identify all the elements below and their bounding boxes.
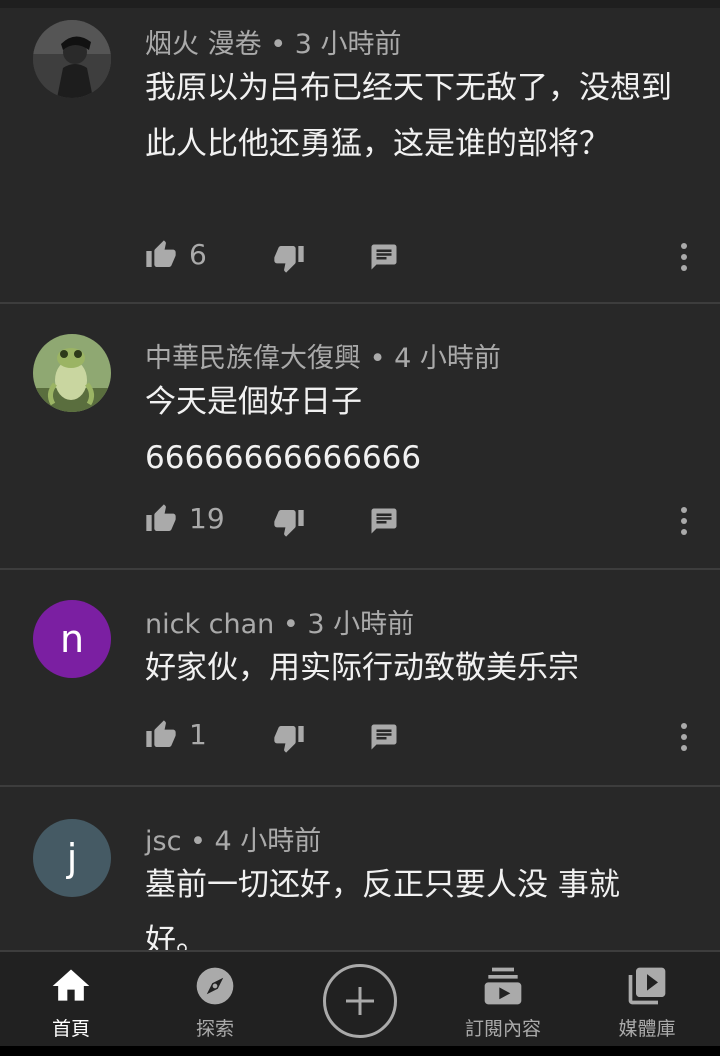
- comment-meta: nick chan • 3 小時前: [145, 602, 414, 641]
- comment-author[interactable]: jsc: [145, 826, 181, 857]
- comment-actions: 19: [145, 502, 705, 542]
- like-count: 6: [189, 238, 207, 271]
- thumb-up-icon: [146, 503, 176, 531]
- nav-explore[interactable]: 探索: [160, 964, 270, 1041]
- more-options-button[interactable]: [680, 722, 688, 752]
- nav-library-label: 媒體庫: [618, 1018, 676, 1040]
- person-photo-icon: [33, 20, 111, 98]
- like-button[interactable]: 19: [145, 502, 225, 535]
- thumb-down-icon: [274, 246, 304, 273]
- create-button[interactable]: [323, 964, 397, 1038]
- comment-text: 今天是個好日子 66666666666666: [145, 374, 695, 486]
- more-vert-icon: [681, 243, 687, 271]
- avatar-letter: j: [66, 836, 78, 880]
- subscriptions-icon: [481, 964, 525, 1008]
- comment-text: 墓前一切还好，反正只要人没 事就好。: [145, 867, 620, 950]
- top-divider: [0, 0, 720, 8]
- avatar[interactable]: [33, 20, 111, 98]
- library-icon: [625, 964, 669, 1008]
- meta-separator: •: [282, 609, 299, 640]
- meta-separator: •: [190, 826, 206, 857]
- system-bar: [0, 1046, 720, 1056]
- comment-author[interactable]: 中華民族偉大復興: [145, 343, 361, 374]
- thumb-up-icon: [146, 719, 176, 747]
- bottom-navigation: 首頁 探索 訂閱內容 媒體庫: [0, 950, 720, 1046]
- nav-subscriptions-label: 訂閱內容: [464, 1018, 541, 1040]
- dislike-button[interactable]: [273, 506, 305, 538]
- avatar[interactable]: [33, 334, 111, 412]
- like-button[interactable]: 1: [145, 718, 207, 751]
- nav-home[interactable]: 首頁: [16, 964, 126, 1041]
- compass-icon: [193, 964, 237, 1008]
- comment-time: 3 小時前: [294, 29, 402, 60]
- nav-explore-label: 探索: [195, 1018, 234, 1040]
- like-count: 19: [189, 502, 225, 535]
- comment-icon: [371, 244, 397, 270]
- comment-actions: 1: [145, 718, 705, 758]
- reply-button[interactable]: [369, 506, 399, 536]
- more-vert-icon: [681, 507, 687, 535]
- comment-text: 好家伙，用实际行动致敬美乐宗: [145, 650, 579, 686]
- comment-meta: 烟火 漫卷 • 3 小時前: [145, 22, 401, 61]
- more-options-button[interactable]: [680, 506, 688, 536]
- comment-item: 烟火 漫卷 • 3 小時前 我原以为吕布已经天下无敌了，没想到此人比他还勇猛，这…: [0, 8, 720, 304]
- avatar-letter: n: [59, 617, 85, 661]
- reply-button[interactable]: [369, 242, 399, 272]
- thumb-up-icon: [146, 239, 176, 267]
- nav-home-label: 首頁: [51, 1018, 90, 1040]
- like-count: 1: [189, 718, 207, 751]
- nav-subscriptions[interactable]: 訂閱內容: [448, 964, 558, 1041]
- comment-author[interactable]: nick chan: [145, 609, 274, 640]
- more-vert-icon: [681, 723, 687, 751]
- comment-text: 我原以为吕布已经天下无敌了，没想到此人比他还勇猛，这是谁的部将？: [145, 70, 672, 162]
- comment-actions: 6: [145, 238, 705, 278]
- comment-meta: 中華民族偉大復興 • 4 小時前: [145, 336, 501, 375]
- thumb-down-icon: [274, 726, 304, 753]
- comment-author[interactable]: 烟火 漫卷: [145, 29, 262, 60]
- comment-time: 4 小時前: [214, 826, 322, 857]
- home-icon: [49, 964, 93, 1008]
- reply-button[interactable]: [369, 722, 399, 752]
- plus-icon: [346, 987, 374, 1015]
- thumb-down-icon: [274, 510, 304, 537]
- comment-meta: jsc • 4 小時前: [145, 819, 321, 858]
- avatar[interactable]: n: [33, 600, 111, 678]
- comment-list: 烟火 漫卷 • 3 小時前 我原以为吕布已经天下无敌了，没想到此人比他还勇猛，这…: [0, 8, 720, 950]
- comment-icon: [371, 724, 397, 750]
- comment-time: 3 小時前: [307, 609, 415, 640]
- comment-text-line: 今天是個好日子: [145, 384, 362, 420]
- comment-item: 中華民族偉大復興 • 4 小時前 今天是個好日子 66666666666666 …: [0, 304, 720, 570]
- comment-time: 4 小時前: [394, 343, 501, 374]
- like-button[interactable]: 6: [145, 238, 207, 271]
- comment-item: n nick chan • 3 小時前 好家伙，用实际行动致敬美乐宗 1: [0, 570, 720, 787]
- comment-icon: [371, 508, 397, 534]
- meta-separator: •: [369, 343, 386, 374]
- nav-library[interactable]: 媒體庫: [592, 964, 702, 1041]
- meta-separator: •: [270, 29, 287, 60]
- dislike-button[interactable]: [273, 242, 305, 274]
- avatar[interactable]: j: [33, 819, 111, 897]
- more-options-button[interactable]: [680, 242, 688, 272]
- dislike-button[interactable]: [273, 722, 305, 754]
- comment-item: j jsc • 4 小時前 墓前一切还好，反正只要人没 事就好。: [0, 787, 720, 950]
- comment-text-line: 66666666666666: [145, 440, 422, 476]
- frog-photo-icon: [33, 334, 111, 412]
